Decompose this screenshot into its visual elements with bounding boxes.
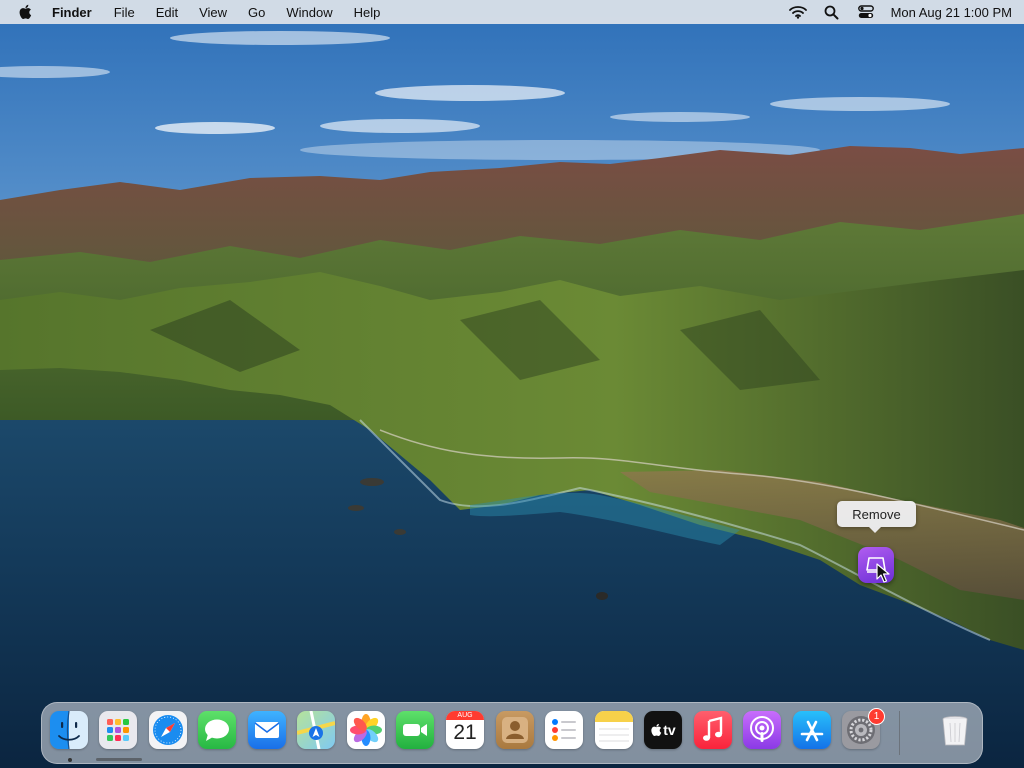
menu-view[interactable]: View — [199, 5, 227, 20]
menu-bar-clock[interactable]: Mon Aug 21 1:00 PM — [891, 5, 1012, 20]
app-store-icon[interactable] — [793, 711, 831, 749]
dock-scroll-indicator — [96, 758, 142, 761]
dock: AUG 21 tv — [41, 702, 983, 764]
mouse-pointer-icon — [876, 563, 890, 583]
contacts-icon[interactable] — [496, 711, 534, 749]
apple-tv-label: tv — [663, 722, 676, 738]
music-icon[interactable] — [694, 711, 732, 749]
photos-icon[interactable] — [347, 711, 385, 749]
calendar-day: 21 — [453, 721, 477, 744]
reminders-icon[interactable] — [545, 711, 583, 749]
control-center-icon[interactable] — [857, 4, 875, 20]
status-area: Mon Aug 21 1:00 PM — [773, 4, 1012, 20]
podcasts-icon[interactable] — [743, 711, 781, 749]
spotlight-search-icon[interactable] — [823, 4, 841, 20]
menu-edit[interactable]: Edit — [156, 5, 178, 20]
system-preferences-badge: 1 — [868, 708, 885, 725]
menu-window[interactable]: Window — [286, 5, 332, 20]
safari-icon[interactable] — [149, 711, 187, 749]
facetime-icon[interactable] — [396, 711, 434, 749]
desktop-wallpaper — [0, 0, 1024, 768]
finder-running-indicator — [68, 758, 72, 762]
menu-help[interactable]: Help — [354, 5, 381, 20]
trash-icon[interactable] — [936, 711, 974, 749]
messages-icon[interactable] — [198, 711, 236, 749]
calendar-icon[interactable]: AUG 21 — [446, 711, 484, 749]
finder-icon[interactable] — [50, 711, 88, 749]
remove-tooltip: Remove — [837, 501, 916, 533]
menu-file[interactable]: File — [114, 5, 135, 20]
apple-tv-icon[interactable]: tv — [644, 711, 682, 749]
wifi-icon[interactable] — [788, 4, 807, 20]
menu-finder[interactable]: Finder — [52, 5, 92, 20]
launchpad-icon[interactable] — [99, 711, 137, 749]
mail-icon[interactable] — [248, 711, 286, 749]
menu-go[interactable]: Go — [248, 5, 265, 20]
menu-bar: Finder File Edit View Go Window Help Mon… — [0, 0, 1024, 24]
notes-icon[interactable] — [595, 711, 633, 749]
dock-divider — [899, 711, 900, 755]
apple-logo-icon[interactable] — [18, 4, 34, 20]
calendar-month: AUG — [446, 711, 484, 720]
maps-icon[interactable] — [297, 711, 335, 749]
